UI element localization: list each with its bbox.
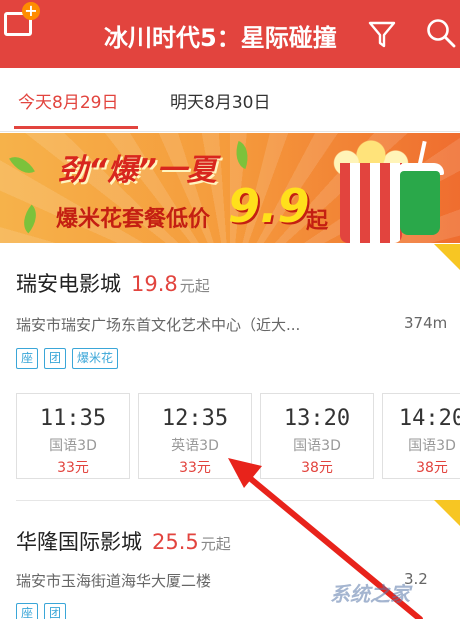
cinema-name[interactable]: 瑞安电影城 19.8 元起 (16, 268, 210, 298)
tag-group: 团 (44, 603, 67, 619)
cinema-price: 25.5 (152, 530, 199, 554)
cinema-name[interactable]: 华隆国际影城 25.5 元起 (16, 526, 231, 556)
cinema-distance: 374m (404, 314, 448, 332)
filter-icon[interactable] (368, 20, 396, 48)
cinema-address: 瑞安市玉海街道海华大厦二楼 (16, 572, 212, 590)
search-icon[interactable] (426, 18, 456, 48)
cinema-tags: 座 团 爆米花 (16, 348, 119, 369)
banner-price-suffix: 起 (306, 209, 329, 234)
cinema-name-text: 瑞安电影城 (16, 272, 121, 296)
showtime-price: 33元 (179, 460, 211, 476)
cinema-address: 瑞安市瑞安广场东首文化艺术中心（近大... (16, 316, 301, 334)
active-tab-indicator (14, 126, 138, 129)
corner-badge (434, 500, 460, 526)
tag-group: 团 (44, 348, 67, 369)
showtime-price: 38元 (301, 460, 333, 476)
banner-price: 9.9 (228, 179, 310, 233)
popcorn-bucket-icon (340, 163, 402, 243)
showtime-language: 国语3D (49, 438, 97, 454)
showtime-price: 33元 (57, 460, 89, 476)
tag-popcorn: 爆米花 (72, 348, 119, 369)
showtime-language: 英语3D (171, 438, 219, 454)
cinema-tags: 座 团 (16, 603, 67, 619)
showtime-card[interactable]: 13:20 国语3D 38元 (260, 393, 374, 479)
add-box-icon[interactable]: + (0, 0, 46, 46)
showtime-time: 12:35 (161, 406, 229, 431)
showtime-time: 11:35 (39, 406, 107, 431)
tab-today[interactable]: 今天8月29日 (18, 88, 118, 113)
divider (16, 500, 460, 501)
showtime-card[interactable]: 14:20 国语3D 38元 (382, 393, 460, 479)
showtime-time: 14:20 (398, 406, 460, 431)
showtime-language: 国语3D (293, 438, 341, 454)
tag-seat: 座 (16, 348, 39, 369)
showtime-card[interactable]: 11:35 国语3D 33元 (16, 393, 130, 479)
showtime-language: 国语3D (408, 438, 456, 454)
watermark-logo: 系统之家 (330, 582, 410, 606)
drink-cup-icon (400, 171, 440, 235)
showtime-price: 38元 (416, 460, 448, 476)
tab-tomorrow[interactable]: 明天8月30日 (170, 88, 270, 113)
banner-subtitle: 爆米花套餐低价 (56, 207, 211, 232)
date-tabs: 今天8月29日 明天8月30日 (0, 68, 460, 132)
cinema-price-unit: 元起 (200, 535, 231, 553)
app-header: + 冰川时代5：星际碰撞 (0, 0, 460, 68)
showtime-card[interactable]: 12:35 英语3D 33元 (138, 393, 252, 479)
cinema-price: 19.8 (131, 272, 178, 296)
cinema-price-unit: 元起 (179, 277, 210, 295)
showtime-time: 13:20 (283, 406, 351, 431)
cinema-name-text: 华隆国际影城 (16, 530, 142, 554)
tag-seat: 座 (16, 603, 39, 619)
banner-headline: 劲“爆”一夏 (58, 153, 217, 188)
promo-banner[interactable]: 劲“爆”一夏 爆米花套餐低价 9.9 起 (0, 133, 460, 243)
page-title: 冰川时代5：星际碰撞 (104, 24, 337, 52)
corner-badge (434, 244, 460, 270)
